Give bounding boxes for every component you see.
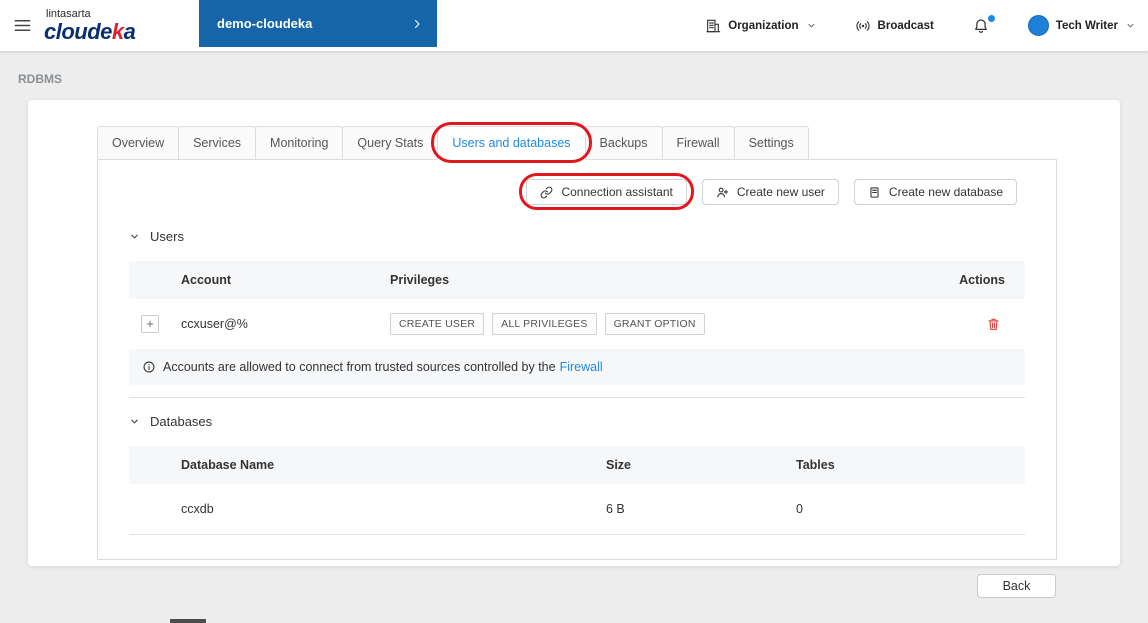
footer-actions: Back bbox=[0, 574, 1056, 598]
notification-dot bbox=[987, 14, 995, 22]
tab-firewall[interactable]: Firewall bbox=[661, 126, 735, 160]
database-tables: 0 bbox=[796, 502, 803, 516]
chevron-down-icon bbox=[807, 23, 815, 28]
chevron-down-icon bbox=[131, 419, 138, 424]
hamburger-menu-icon[interactable] bbox=[0, 0, 44, 51]
privilege-chips: CREATE USER ALL PRIVILEGES GRANT OPTION bbox=[390, 313, 945, 335]
tab-overview[interactable]: Overview bbox=[97, 126, 180, 160]
column-size: Size bbox=[606, 458, 632, 472]
organization-label: Organization bbox=[728, 19, 799, 32]
broadcast-icon bbox=[856, 20, 870, 31]
database-icon bbox=[870, 186, 879, 198]
database-size: 6 B bbox=[606, 502, 625, 516]
users-and-databases-panel: Connection assistant Create new user Cre… bbox=[97, 159, 1057, 560]
broadcast-label: Broadcast bbox=[877, 19, 934, 32]
users-section-title: Users bbox=[150, 229, 184, 244]
note-text: Accounts are allowed to connect from tru… bbox=[163, 360, 603, 374]
privilege-chip: CREATE USER bbox=[390, 313, 485, 335]
project-selector[interactable]: demo-cloudeka bbox=[199, 0, 437, 47]
column-tables: Tables bbox=[796, 458, 835, 472]
databases-section-toggle[interactable]: Databases bbox=[129, 414, 1025, 429]
topbar: lintasarta cloudeka demo-cloudeka Organi… bbox=[0, 0, 1148, 51]
rdbms-card: Overview Services Monitoring Query Stats… bbox=[28, 100, 1120, 566]
brand-wordmark: cloudeka bbox=[44, 18, 136, 44]
expand-row-button[interactable]: + bbox=[141, 315, 159, 333]
user-name: Tech Writer bbox=[1055, 19, 1118, 32]
tab-backups[interactable]: Backups bbox=[584, 126, 663, 160]
create-new-user-button[interactable]: Create new user bbox=[701, 179, 839, 205]
firewall-note: Accounts are allowed to connect from tru… bbox=[129, 349, 1025, 385]
databases-section-title: Databases bbox=[150, 414, 213, 429]
users-table: Account Privileges Actions + ccxuser@% C… bbox=[129, 261, 1025, 385]
tab-bar: Overview Services Monitoring Query Stats… bbox=[97, 122, 1057, 163]
column-database-name: Database Name bbox=[181, 458, 275, 472]
column-privileges: Privileges bbox=[390, 273, 450, 287]
database-table-row: ccxdb 6 B 0 bbox=[129, 484, 1025, 534]
back-button[interactable]: Back bbox=[977, 574, 1056, 598]
tab-users-and-databases[interactable]: Users and databases bbox=[431, 122, 592, 163]
scrollbar-thumb[interactable] bbox=[170, 619, 206, 623]
firewall-link[interactable]: Firewall bbox=[560, 360, 603, 374]
tab-monitoring[interactable]: Monitoring bbox=[255, 126, 344, 160]
project-name: demo-cloudeka bbox=[217, 16, 313, 31]
panel-toolbar: Connection assistant Create new user Cre… bbox=[129, 173, 1025, 210]
column-account: Account bbox=[181, 273, 231, 287]
delete-user-icon[interactable] bbox=[986, 316, 1001, 332]
avatar bbox=[1027, 15, 1049, 36]
user-plus-icon bbox=[717, 187, 729, 197]
tab-services[interactable]: Services bbox=[178, 126, 257, 160]
chevron-down-icon bbox=[1127, 23, 1134, 28]
privilege-chip: ALL PRIVILEGES bbox=[492, 313, 597, 335]
user-menu[interactable]: Tech Writer bbox=[1027, 15, 1136, 36]
user-account: ccxuser@% bbox=[181, 317, 248, 331]
breadcrumb: RDBMS bbox=[18, 72, 62, 86]
link-icon bbox=[541, 186, 553, 198]
user-table-row: + ccxuser@% CREATE USER ALL PRIVILEGES G… bbox=[129, 299, 1025, 349]
databases-table-header: Database Name Size Tables bbox=[129, 446, 1025, 484]
column-actions: Actions bbox=[959, 273, 1005, 287]
tab-settings[interactable]: Settings bbox=[733, 126, 809, 160]
info-icon bbox=[143, 361, 155, 373]
connection-assistant-button[interactable]: Connection assistant bbox=[526, 179, 687, 205]
users-table-header: Account Privileges Actions bbox=[129, 261, 1025, 299]
chevron-right-icon bbox=[414, 19, 420, 28]
privilege-chip: GRANT OPTION bbox=[604, 313, 705, 335]
brand-logo: lintasarta cloudeka bbox=[44, 8, 199, 44]
create-new-database-button[interactable]: Create new database bbox=[853, 179, 1017, 205]
organization-building-icon bbox=[706, 19, 721, 32]
section-divider bbox=[129, 397, 1025, 398]
notifications-bell[interactable] bbox=[972, 14, 995, 35]
tab-query-stats[interactable]: Query Stats bbox=[342, 126, 439, 160]
users-section-toggle[interactable]: Users bbox=[129, 229, 1025, 244]
database-name: ccxdb bbox=[181, 502, 214, 516]
broadcast-menu[interactable]: Broadcast bbox=[855, 18, 934, 34]
databases-table: Database Name Size Tables ccxdb 6 B 0 bbox=[129, 446, 1025, 535]
chevron-down-icon bbox=[131, 234, 138, 239]
organization-menu[interactable]: Organization bbox=[705, 18, 816, 34]
